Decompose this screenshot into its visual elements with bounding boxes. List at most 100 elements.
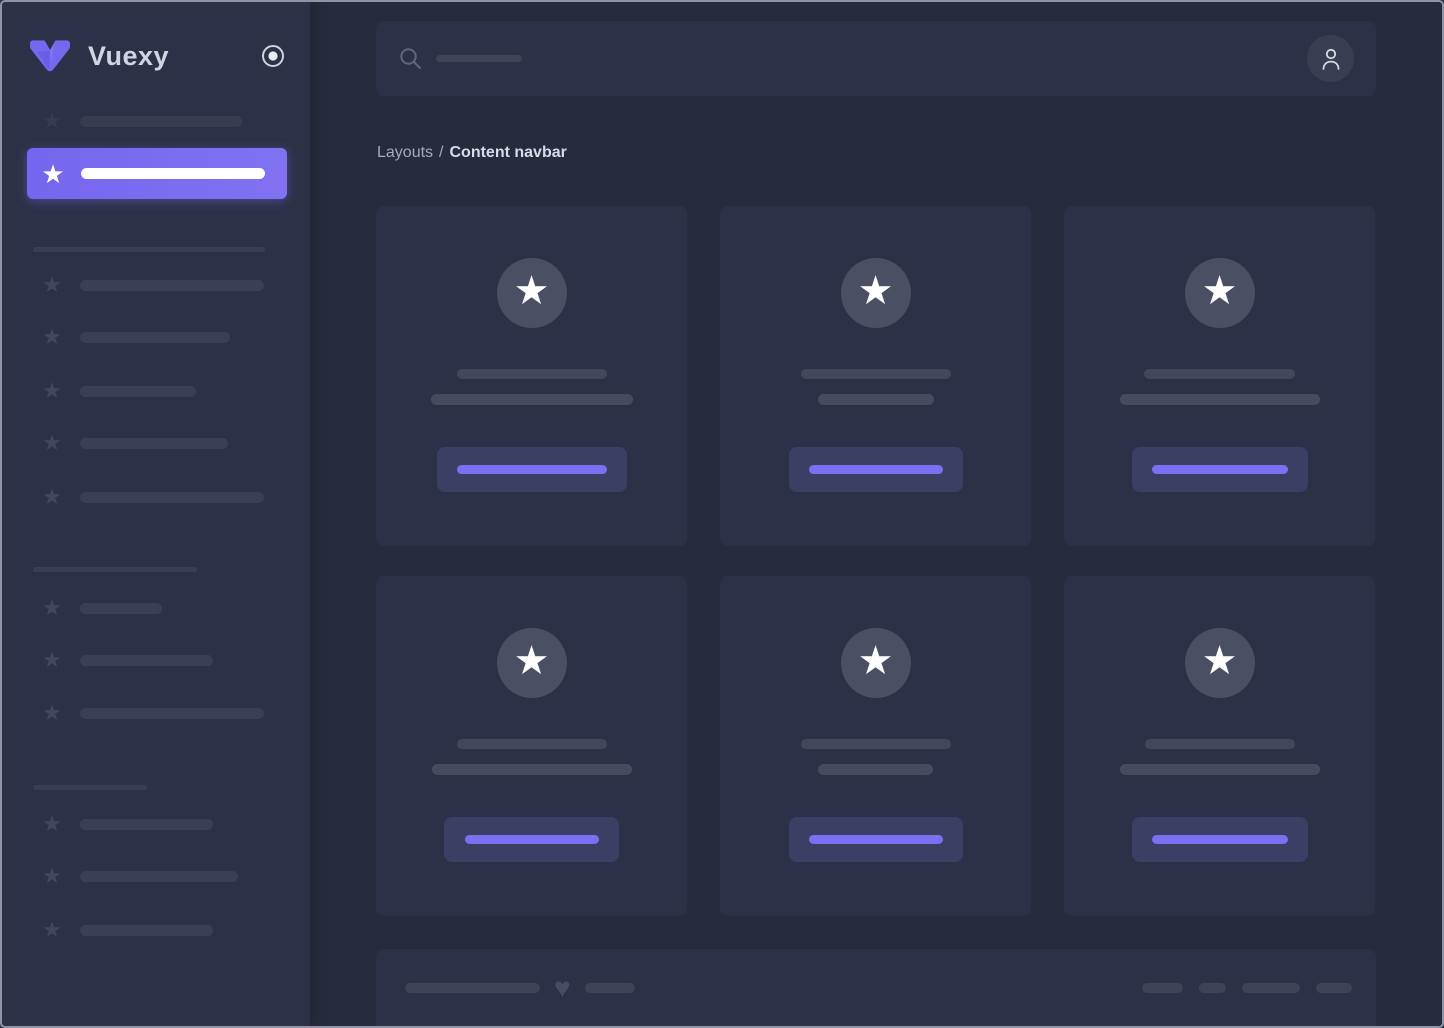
sidebar-menu-item[interactable]: ★ <box>0 648 310 672</box>
footer-text-skeleton <box>405 983 540 993</box>
card-subtitle-skeleton <box>1120 394 1320 405</box>
card-subtitle-skeleton <box>431 394 633 405</box>
menu-item-label-skeleton <box>80 386 196 397</box>
content-card: ★ <box>1064 206 1375 546</box>
menu-section-header-skeleton <box>33 567 197 572</box>
content-card: ★ <box>720 206 1031 546</box>
star-icon: ★ <box>40 648 64 672</box>
search-input-placeholder[interactable] <box>436 55 522 62</box>
footer-text-skeleton <box>585 983 635 993</box>
card-action-button[interactable] <box>789 817 963 862</box>
footer-link-skeleton[interactable] <box>1199 983 1226 993</box>
card-action-button[interactable] <box>444 817 619 862</box>
card-title-skeleton <box>1145 739 1295 749</box>
sidebar-menu-item[interactable]: ★ <box>0 812 310 836</box>
star-icon: ★ <box>40 864 64 888</box>
footer-link-skeleton[interactable] <box>1142 983 1183 993</box>
content-card: ★ <box>376 206 687 546</box>
card-subtitle-skeleton <box>1120 764 1320 775</box>
sidebar-menu-item[interactable]: ★ <box>0 485 310 509</box>
card-avatar-circle: ★ <box>1185 628 1255 698</box>
brand-name: Vuexy <box>88 41 169 72</box>
menu-item-label-skeleton <box>80 492 264 503</box>
card-subtitle-skeleton <box>818 394 934 405</box>
menu-item-label-skeleton <box>80 819 213 830</box>
main-content: Layouts / Content navbar ★ ★ ★ ★ ★ ★ ♥ <box>310 0 1444 1028</box>
star-icon: ★ <box>40 379 64 403</box>
top-navbar <box>376 21 1376 96</box>
star-icon: ★ <box>40 918 64 942</box>
card-avatar-circle: ★ <box>841 628 911 698</box>
sidebar-menu-item-active[interactable]: ★ <box>27 148 287 199</box>
vuexy-v-logo-icon <box>30 40 70 72</box>
menu-item-label-skeleton <box>80 708 264 719</box>
card-action-button[interactable] <box>1132 817 1308 862</box>
star-icon: ★ <box>858 256 894 326</box>
sidebar-pin-toggle[interactable] <box>260 43 286 69</box>
button-label-skeleton <box>465 835 599 844</box>
search-icon[interactable] <box>399 47 422 70</box>
menu-item-label-skeleton <box>80 332 230 343</box>
card-title-skeleton <box>801 739 951 749</box>
star-icon: ★ <box>1202 256 1238 326</box>
menu-section-header-skeleton <box>33 785 147 790</box>
card-subtitle-skeleton <box>818 764 933 775</box>
button-label-skeleton <box>457 465 607 474</box>
menu-item-label-skeleton <box>80 116 242 127</box>
footer-link-skeleton[interactable] <box>1316 983 1352 993</box>
star-icon: ★ <box>40 485 64 509</box>
menu-item-label-skeleton <box>80 871 238 882</box>
star-icon: ★ <box>40 325 64 349</box>
star-icon: ★ <box>40 161 66 187</box>
button-label-skeleton <box>1152 835 1288 844</box>
sidebar-menu-item[interactable]: ★ <box>0 596 310 620</box>
footer-link-skeleton[interactable] <box>1242 983 1300 993</box>
sidebar-menu-item[interactable]: ★ <box>0 273 310 297</box>
card-grid: ★ ★ ★ ★ ★ ★ <box>376 206 1376 916</box>
card-avatar-circle: ★ <box>841 258 911 328</box>
card-avatar-circle: ★ <box>497 258 567 328</box>
menu-item-label-skeleton <box>80 655 213 666</box>
sidebar-menu-item[interactable]: ★ <box>0 701 310 725</box>
breadcrumb-parent[interactable]: Layouts <box>377 144 433 162</box>
button-label-skeleton <box>809 465 943 474</box>
button-label-skeleton <box>809 835 943 844</box>
card-action-button[interactable] <box>1132 447 1308 492</box>
sidebar: Vuexy ★ ★ ★ ★ ★ ★ ★ ★ ★ ★ ★ ★ ★ <box>0 0 310 1028</box>
footer-card: ♥ <box>376 949 1376 1028</box>
card-title-skeleton <box>457 369 607 379</box>
star-icon: ★ <box>40 596 64 620</box>
content-card: ★ <box>720 576 1031 916</box>
heart-icon: ♥ <box>554 974 571 1002</box>
star-icon: ★ <box>40 273 64 297</box>
user-avatar[interactable] <box>1307 35 1354 82</box>
star-icon: ★ <box>40 812 64 836</box>
card-action-button[interactable] <box>437 447 627 492</box>
sidebar-menu-item[interactable]: ★ <box>0 864 310 888</box>
sidebar-menu-item[interactable]: ★ <box>0 379 310 403</box>
card-avatar-circle: ★ <box>1185 258 1255 328</box>
breadcrumb-separator: / <box>439 144 443 162</box>
content-card: ★ <box>376 576 687 916</box>
radio-dot-icon <box>260 43 286 69</box>
star-icon: ★ <box>40 431 64 455</box>
menu-item-label-skeleton <box>80 925 213 936</box>
sidebar-menu-item[interactable]: ★ <box>0 918 310 942</box>
star-icon: ★ <box>1202 626 1238 696</box>
card-title-skeleton <box>457 739 607 749</box>
card-subtitle-skeleton <box>432 764 632 775</box>
card-action-button[interactable] <box>789 447 963 492</box>
button-label-skeleton <box>1152 465 1288 474</box>
menu-item-label-skeleton <box>80 280 264 291</box>
sidebar-menu-item[interactable]: ★ <box>0 109 310 133</box>
sidebar-menu-item[interactable]: ★ <box>0 431 310 455</box>
menu-section-header-skeleton <box>33 247 265 252</box>
card-title-skeleton <box>1144 369 1295 379</box>
content-card: ★ <box>1064 576 1375 916</box>
card-avatar-circle: ★ <box>497 628 567 698</box>
sidebar-menu-item[interactable]: ★ <box>0 325 310 349</box>
person-icon <box>1320 47 1342 71</box>
breadcrumb: Layouts / Content navbar <box>376 144 1376 162</box>
star-icon: ★ <box>514 256 550 326</box>
menu-item-label-skeleton <box>80 603 162 614</box>
